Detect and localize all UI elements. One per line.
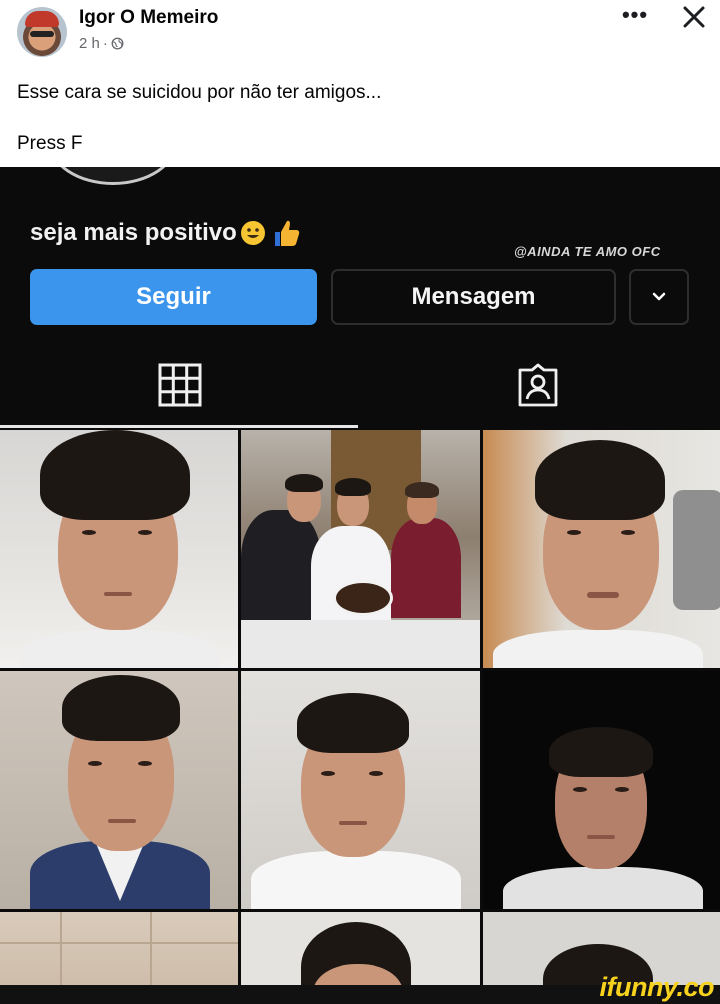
post-time[interactable]: 2 h — [79, 35, 100, 52]
close-icon[interactable] — [680, 3, 708, 31]
tagged-person-icon[interactable] — [515, 362, 561, 408]
follow-button[interactable]: Seguir — [30, 269, 317, 325]
bio-text: seja mais positivo — [30, 219, 237, 246]
smiling-face-icon — [240, 221, 265, 245]
ifunny-logo: ifunny.co — [599, 972, 715, 1002]
more-options-button[interactable] — [629, 269, 689, 325]
thumbs-up-icon — [274, 220, 300, 246]
grid-photo-6[interactable] — [483, 671, 720, 909]
grid-icon[interactable] — [157, 362, 203, 408]
watermark-text: @AINDA TE AMO OFC — [514, 244, 661, 259]
post-text-press-f: Press F — [17, 133, 83, 154]
grid-photo-5[interactable] — [241, 671, 480, 909]
profile-bio: seja mais positivo — [30, 216, 303, 250]
profile-picture — [48, 167, 178, 185]
post-meta: 2 h · — [79, 35, 124, 52]
grid-photo-1[interactable] — [0, 430, 238, 668]
author-name[interactable]: Igor O Memeiro — [79, 7, 218, 29]
author-avatar[interactable] — [17, 7, 67, 57]
grid-photo-4[interactable] — [0, 671, 238, 909]
post-header: Igor O Memeiro 2 h · ••• — [0, 0, 720, 62]
message-button[interactable]: Mensagem — [331, 269, 616, 325]
embedded-screenshot[interactable]: seja mais positivo @AINDA TE AMO OFC Seg… — [0, 167, 720, 1004]
chevron-down-icon — [652, 292, 666, 301]
meta-separator: · — [102, 35, 108, 52]
more-horizontal-icon[interactable]: ••• — [620, 4, 650, 30]
grid-photo-2[interactable] — [241, 430, 480, 668]
active-tab-indicator — [0, 425, 358, 428]
grid-photo-3[interactable] — [483, 430, 720, 668]
post-text: Esse cara se suicidou por não ter amigos… — [17, 82, 382, 103]
globe-icon — [111, 37, 124, 50]
